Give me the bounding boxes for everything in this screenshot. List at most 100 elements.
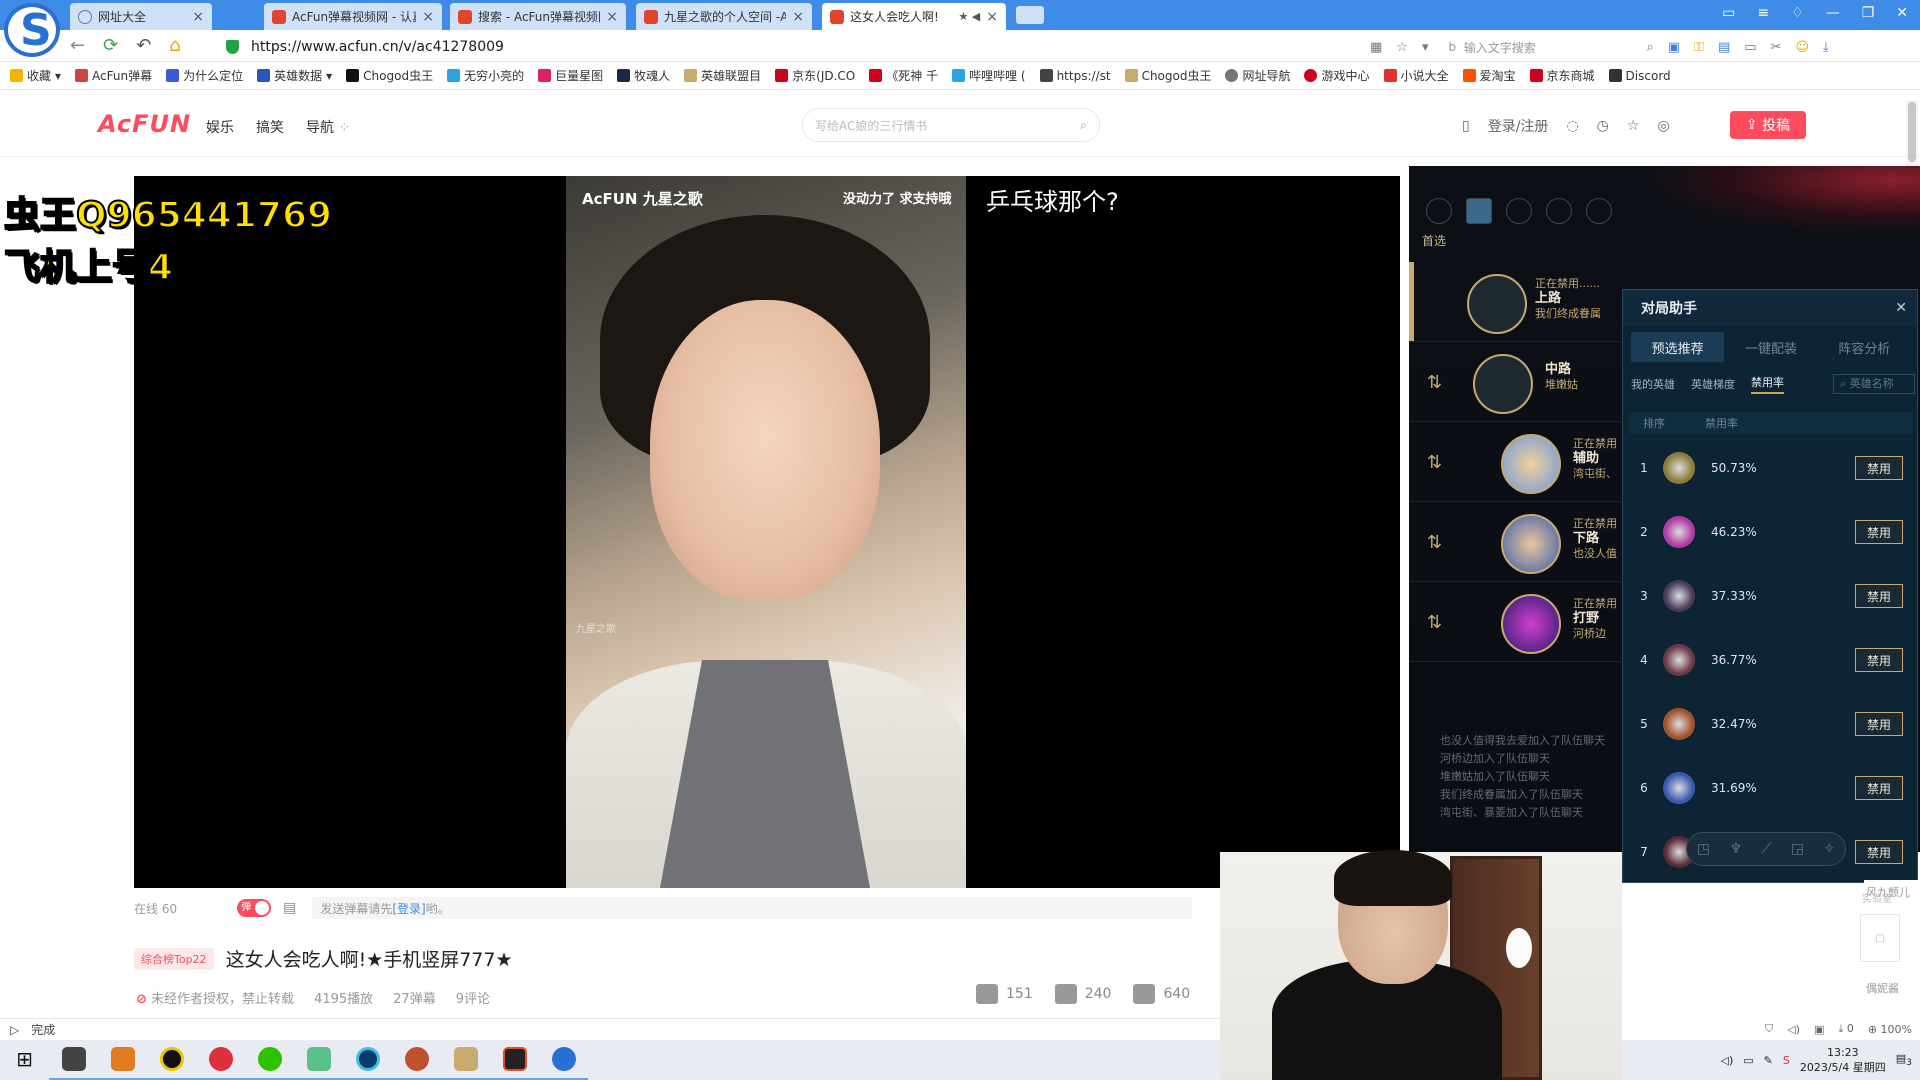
ban-button[interactable]: 禁用 — [1855, 584, 1903, 608]
close-icon[interactable]: × — [606, 9, 618, 25]
role-bot-icon[interactable]: ◲ — [1791, 841, 1804, 857]
bookmark-item[interactable]: 巨量星图 — [538, 67, 603, 84]
minimize-icon[interactable]: — — [1826, 5, 1840, 21]
taskbar-app[interactable] — [392, 1040, 441, 1080]
star-icon[interactable]: ☆ — [1396, 40, 1408, 55]
taskbar-app[interactable] — [294, 1040, 343, 1080]
bookmark-item[interactable]: 为什么定位 — [166, 67, 243, 84]
role-mid-icon[interactable]: ⟋ — [1762, 841, 1772, 857]
browser-tab[interactable]: AcFun弹幕视频网 - 认真 × — [264, 3, 442, 30]
maximize-icon[interactable]: ❐ — [1862, 5, 1875, 21]
ban-button[interactable]: 禁用 — [1855, 520, 1903, 544]
skin-icon[interactable]: ♢ — [1791, 5, 1804, 21]
notification-icon[interactable]: ▤3 — [1896, 1052, 1912, 1068]
taskbar-app[interactable] — [196, 1040, 245, 1080]
bookmark-item[interactable]: 收藏 ▾ — [10, 67, 61, 84]
browser-tab-active[interactable]: 这女人会吃人啊! ★ ◀ × — [822, 3, 1006, 30]
like-button[interactable]: 151 — [976, 984, 1033, 1004]
ban-button[interactable]: 禁用 — [1855, 456, 1903, 480]
swap-icon[interactable]: ⇅ — [1427, 532, 1442, 553]
ban-slot[interactable] — [1586, 198, 1612, 224]
bookmark-item[interactable]: AcFun弹幕 — [75, 67, 152, 84]
bookmark-item[interactable]: 小说大全 — [1383, 67, 1449, 84]
pick-row[interactable]: 正在禁用...... 上路 我们终成眷属 — [1409, 262, 1621, 342]
ban-button[interactable]: 禁用 — [1855, 648, 1903, 672]
side-user-name[interactable]: 偶妮酱 — [1866, 980, 1899, 996]
taskbar-app[interactable] — [49, 1040, 98, 1080]
menu-icon[interactable]: ≡ — [1757, 5, 1769, 21]
swap-icon[interactable]: ⇅ — [1427, 612, 1442, 633]
refresh-icon[interactable]: ⟳ — [103, 35, 118, 56]
bookmark-item[interactable]: Discord — [1608, 69, 1671, 83]
bookmark-item[interactable]: 《死神 千 — [869, 67, 938, 84]
download-icon[interactable]: ⤓ — [1823, 40, 1829, 55]
back-icon[interactable]: ← — [70, 35, 85, 56]
close-icon[interactable]: ✕ — [1895, 300, 1907, 316]
tab-preselect[interactable]: 预选推荐 — [1631, 332, 1725, 362]
role-support-icon[interactable]: ✧ — [1824, 841, 1836, 857]
bookmark-item[interactable]: https://st — [1039, 69, 1111, 83]
pick-row[interactable]: ⇅ 正在禁用 辅助 湾屯街、 — [1409, 422, 1621, 502]
pick-row[interactable]: ⇅ 正在禁用 打野 河桥边 — [1409, 582, 1621, 662]
network-icon[interactable]: ▭ — [1743, 1054, 1753, 1067]
ban-button[interactable]: 禁用 — [1855, 712, 1903, 736]
danmaku-login-link[interactable]: [登录] — [392, 900, 425, 917]
subtab-my-heroes[interactable]: 我的英雄 — [1631, 376, 1675, 392]
favorite-icon[interactable]: ☆ — [1627, 118, 1640, 134]
history-icon[interactable]: ◷ — [1597, 118, 1609, 134]
bookmark-item[interactable]: Chogod虫王 — [1124, 67, 1211, 84]
tab-lineup[interactable]: 阵容分析 — [1818, 332, 1911, 362]
close-icon[interactable]: × — [192, 9, 204, 25]
taskbar-app[interactable] — [539, 1040, 588, 1080]
bookmark-item[interactable]: 京东商城 — [1529, 67, 1595, 84]
login-link[interactable]: 登录/注册 — [1488, 116, 1549, 136]
key-icon[interactable]: ⚿ — [1694, 40, 1704, 55]
role-top-icon[interactable]: ◳ — [1697, 841, 1710, 857]
shield-icon[interactable]: ⛉ — [1765, 1022, 1773, 1036]
scrollbar-thumb[interactable] — [1908, 102, 1916, 162]
danmaku-input[interactable]: 发送弹幕请先 [登录] 哟。 — [312, 897, 1193, 919]
bookmark-item[interactable]: 牧魂人 — [617, 67, 670, 84]
zoom-level[interactable]: ⊕ 100% — [1868, 1023, 1912, 1036]
ban-slot[interactable] — [1546, 198, 1572, 224]
bookmark-item[interactable]: 网址导航 — [1225, 67, 1290, 84]
close-icon[interactable]: × — [986, 9, 998, 25]
tools-icon[interactable]: ✂ — [1771, 40, 1782, 55]
location-icon[interactable]: ◎ — [1657, 118, 1669, 134]
audio-icon[interactable]: ★ ◀ — [958, 10, 980, 23]
message-icon[interactable]: ◌ — [1566, 118, 1578, 134]
hero-search-input[interactable]: ⌕ 英雄名称 — [1833, 374, 1915, 394]
sound-icon[interactable]: ◁) — [1787, 1023, 1800, 1036]
pick-row[interactable]: ⇅ 正在禁用 下路 也没人值 — [1409, 502, 1621, 582]
chevron-down-icon[interactable]: ▾ — [1422, 40, 1429, 55]
sidebar-icon[interactable]: ▭ — [1722, 5, 1735, 21]
undo-icon[interactable]: ↶ — [136, 35, 151, 56]
pen-icon[interactable]: ✎ — [1764, 1054, 1773, 1067]
taskbar-app[interactable] — [343, 1040, 392, 1080]
download-counter[interactable]: ⤓ 0 — [1838, 1022, 1853, 1036]
bookmark-item[interactable]: Chogod虫王 — [346, 67, 433, 84]
close-window-icon[interactable]: ✕ — [1896, 5, 1908, 21]
bag-icon[interactable]: ▣ — [1814, 1023, 1824, 1036]
ban-button[interactable]: 禁用 — [1855, 840, 1903, 864]
browser-logo[interactable] — [4, 3, 60, 57]
browser-search-input[interactable]: b 输入文字搜索 — [1442, 36, 1632, 58]
danmaku-toggle[interactable]: 弹 — [237, 899, 272, 917]
danmaku-settings-icon[interactable]: ▤ — [283, 900, 296, 916]
grid-icon[interactable]: ▦ — [1370, 40, 1382, 55]
favorite-button[interactable]: 240 — [1054, 984, 1111, 1004]
tab-gear[interactable]: 一键配装 — [1724, 332, 1817, 362]
browser-tab[interactable]: 网址大全 × — [70, 3, 212, 30]
upload-button[interactable]: ⇪ 投稿 — [1730, 111, 1806, 139]
phone-icon[interactable]: ▯ — [1462, 118, 1470, 134]
windows-start-icon[interactable]: ⊞ — [0, 1040, 49, 1080]
subtab-tier[interactable]: 英雄梯度 — [1691, 376, 1735, 392]
app-tray-icon[interactable]: S — [1783, 1054, 1790, 1067]
ban-slot-filled[interactable] — [1466, 198, 1492, 224]
bookmark-item[interactable]: 爱淘宝 — [1462, 67, 1516, 84]
ban-slot[interactable] — [1426, 198, 1452, 224]
nav-funny[interactable]: 搞笑 — [256, 117, 284, 137]
rank-badge[interactable]: 综合榜Top22 — [134, 947, 214, 970]
browser-tab[interactable]: 搜索 - AcFun弹幕视频网 × — [450, 3, 626, 30]
ban-button[interactable]: 禁用 — [1855, 776, 1903, 800]
